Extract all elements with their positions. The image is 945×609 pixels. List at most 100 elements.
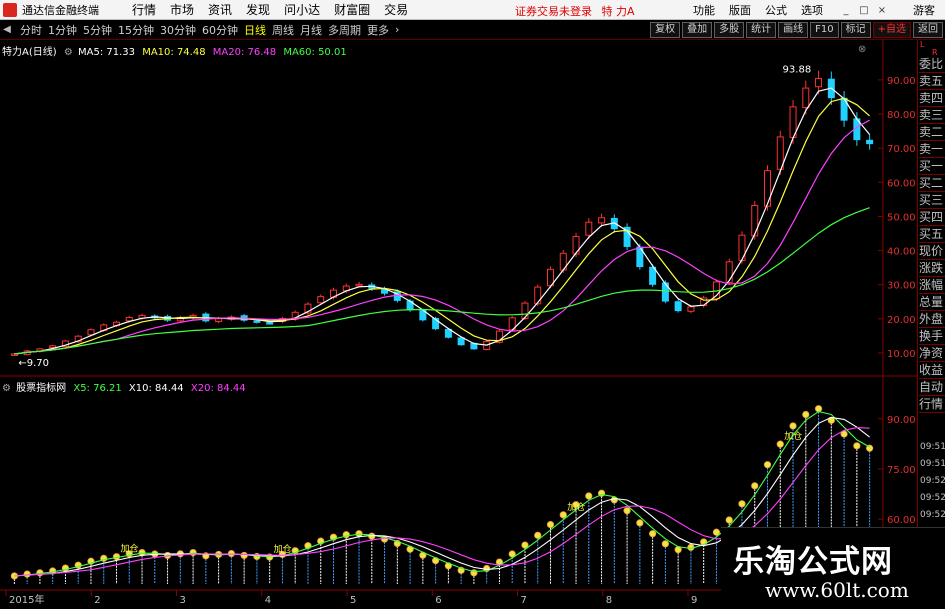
menu-function[interactable]: 功能 <box>693 2 715 18</box>
multi-stock-button[interactable]: 多股 <box>714 22 745 38</box>
candle-body <box>802 87 810 109</box>
quote-field-19: 自动 <box>919 380 945 396</box>
x-tick-label: 6 <box>435 595 441 606</box>
x-tick-label: 7 <box>521 595 527 606</box>
period-15min[interactable]: 15分钟 <box>118 22 154 38</box>
triangle-left-icon[interactable]: ◀ <box>0 24 14 35</box>
gear-icon[interactable]: ⚙ <box>64 47 73 58</box>
draw-line-button[interactable]: 画线 <box>778 22 809 38</box>
quote-field-20: 行情 <box>919 397 945 413</box>
menu-item-trade[interactable]: 交易 <box>384 1 408 18</box>
quote-field-10: 买五 <box>919 227 945 243</box>
statistics-button[interactable]: 统计 <box>746 22 777 38</box>
ma10-label: MA10: 74.48 <box>142 47 206 58</box>
app-title: 通达信金融终端 <box>22 3 99 17</box>
signal-dot <box>623 507 631 515</box>
quote-field-9: 买四 <box>919 210 945 226</box>
quote-field-1: 卖五 <box>919 74 945 90</box>
quote-field-15: 外盘 <box>919 312 945 328</box>
menubar-right: 功能 版面 公式 选项 _ □ × 游客 <box>693 0 945 20</box>
maximize-icon[interactable]: □ <box>855 5 873 16</box>
sub-signal-tag: 加仓 <box>567 501 585 513</box>
quote-field-17: 净资 <box>919 346 945 362</box>
signal-dot <box>546 520 555 529</box>
quote-field-2: 卖四 <box>919 91 945 107</box>
quote-field-11: 现价 <box>919 244 945 260</box>
menu-item-ask[interactable]: 问小达 <box>284 1 320 18</box>
app-logo-icon <box>3 2 17 17</box>
minimize-icon[interactable]: _ <box>837 5 855 16</box>
period-monthly[interactable]: 月线 <box>300 22 322 38</box>
candle-body <box>521 302 529 319</box>
candle-body <box>125 316 133 322</box>
period-more[interactable]: 更多 <box>367 22 389 38</box>
signal-dot <box>738 500 746 508</box>
y-tick-label: 30.00 <box>887 281 916 292</box>
time-stamp: 09:51 <box>920 442 945 452</box>
x-tick-label: 2015年 <box>9 593 44 606</box>
quote-field-13: 涨幅 <box>919 278 945 294</box>
x20-label: X20: 84.44 <box>190 383 246 394</box>
signal-dot <box>661 540 669 548</box>
menu-formula[interactable]: 公式 <box>765 2 787 18</box>
gear-icon[interactable]: ⚙ <box>2 383 11 394</box>
quote-field-6: 买一 <box>919 159 945 175</box>
period-multi[interactable]: 多周期 <box>328 22 361 38</box>
x10-label: X10: 84.44 <box>128 383 184 394</box>
period-30min[interactable]: 30分钟 <box>160 22 196 38</box>
y-tick-label: 60.00 <box>887 515 916 526</box>
guest-label[interactable]: 游客 <box>913 2 935 18</box>
ma20-label: MA20: 76.48 <box>212 47 277 58</box>
y-tick-label: 70.00 <box>887 144 916 155</box>
high-price-label: 93.88 <box>783 65 812 76</box>
period-60min[interactable]: 60分钟 <box>202 22 238 38</box>
candle-body <box>572 236 580 255</box>
signal-dot <box>763 461 772 469</box>
overlay-button[interactable]: 叠加 <box>682 22 713 38</box>
y-tick-label: 90.00 <box>887 76 916 87</box>
current-stock-name: 特 力A <box>601 5 635 18</box>
menu-item-quotes[interactable]: 行情 <box>132 1 156 18</box>
candle-body <box>266 322 274 325</box>
restore-rights-button[interactable]: 复权 <box>650 22 681 38</box>
quote-field-4: 卖二 <box>919 125 945 141</box>
toolbar-right: 复权 叠加 多股 统计 画线 F10 标记 +自选 返回 <box>650 20 945 40</box>
candle-body <box>49 345 57 348</box>
quote-field-7: 买二 <box>919 176 945 192</box>
time-stamp: 09:52 <box>920 510 945 520</box>
candle-body <box>317 296 325 304</box>
signal-dot <box>585 492 593 500</box>
sub-signal-tag: 加仓 <box>274 543 292 555</box>
add-watchlist-button[interactable]: +自选 <box>872 22 911 38</box>
chevron-right-icon[interactable]: › <box>395 23 399 36</box>
signal-dot <box>802 410 810 419</box>
candle-body <box>764 170 771 207</box>
menu-item-market[interactable]: 市场 <box>170 1 194 18</box>
close-icon[interactable]: × <box>873 5 891 16</box>
close-chart-icon[interactable]: ⊗ <box>858 44 866 55</box>
back-button[interactable]: 返回 <box>913 22 943 38</box>
signal-dot <box>636 519 644 527</box>
y-tick-label: 80.00 <box>887 110 916 121</box>
period-1min[interactable]: 1分钟 <box>48 22 77 38</box>
period-weekly[interactable]: 周线 <box>272 22 294 38</box>
menu-item-wealth[interactable]: 财富圈 <box>334 1 370 18</box>
signal-dot <box>559 511 567 519</box>
menu-layout[interactable]: 版面 <box>729 2 751 18</box>
menu-item-discover[interactable]: 发现 <box>246 1 270 18</box>
signal-dot <box>751 482 759 490</box>
mark-button[interactable]: 标记 <box>840 22 871 38</box>
candle-body <box>687 306 695 312</box>
period-5min[interactable]: 5分钟 <box>83 22 112 38</box>
signal-dot <box>534 531 542 539</box>
period-intraday[interactable]: 分时 <box>20 22 42 38</box>
time-stamp: 09:52 <box>920 476 945 486</box>
period-daily[interactable]: 日线 <box>244 22 266 38</box>
kline-chart[interactable]: 10.00 20.00 30.00 40.00 50.00 60.00 70.00 80.00… <box>0 40 917 606</box>
quote-field-3: 卖三 <box>919 108 945 124</box>
watermark-title: 乐淘公式网 <box>733 544 893 580</box>
menu-options[interactable]: 选项 <box>801 2 823 18</box>
f10-button[interactable]: F10 <box>810 22 839 38</box>
menu-item-news[interactable]: 资讯 <box>208 1 232 18</box>
signal-dot <box>725 516 733 524</box>
